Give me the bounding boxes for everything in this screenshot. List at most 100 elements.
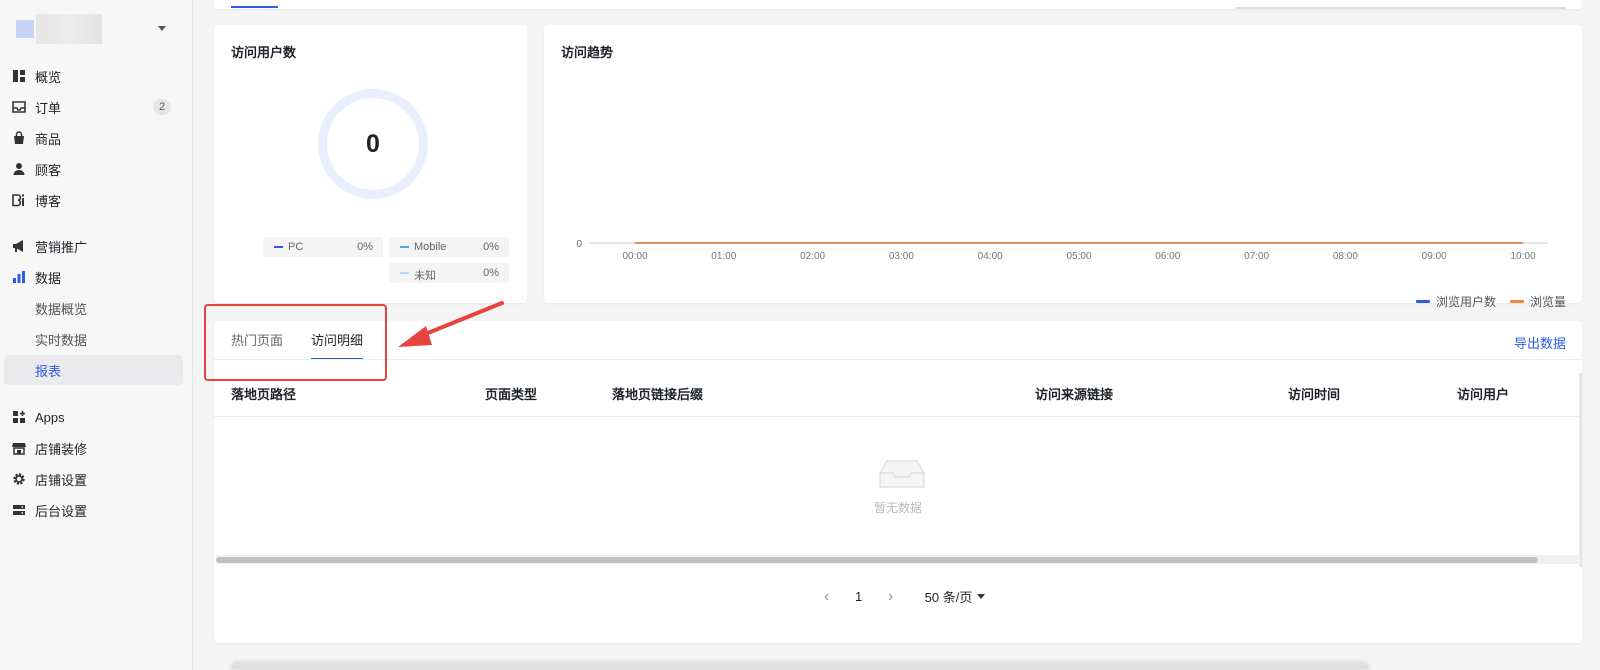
column-header[interactable]: 访问时间 <box>1288 373 1340 417</box>
x-tick-label: 07:00 <box>1244 251 1269 262</box>
x-tick-label: 03:00 <box>889 251 914 262</box>
gear-icon <box>12 472 26 486</box>
trend-chart-legend: 浏览用户数 浏览量 <box>1415 293 1566 310</box>
pageviews-swatch <box>1509 300 1524 303</box>
visitors-total: 0 <box>366 129 380 158</box>
apps-icon <box>12 410 26 424</box>
x-tick-label: 05:00 <box>1066 251 1091 262</box>
legend-label: 未知 <box>414 270 436 282</box>
page-number-current[interactable]: 1 <box>843 589 875 604</box>
next-card-edge <box>230 660 1370 670</box>
sidebar-item-label: 顾客 <box>35 162 62 178</box>
store-name-blurred <box>36 14 102 44</box>
export-data-link[interactable]: 导出数据 <box>1514 333 1566 352</box>
x-tick-label: 08:00 <box>1333 251 1358 262</box>
sidebar-subitem-reports[interactable]: 报表 <box>4 355 183 385</box>
sidebar-item-data[interactable]: 数据 <box>0 262 193 292</box>
top-filter-bar <box>214 0 1582 9</box>
sidebar-item-label: 商品 <box>35 131 62 147</box>
page-size-label: 50 条/页 <box>924 590 973 605</box>
server-icon <box>12 503 26 517</box>
sidebar-subitem-data-overview[interactable]: 数据概览 <box>0 293 193 323</box>
sidebar-item-products[interactable]: 商品 <box>0 123 193 153</box>
legend-label: 浏览用户数 <box>1435 295 1496 309</box>
legend-item-visitors[interactable]: 浏览用户数 <box>1415 293 1496 310</box>
column-header[interactable]: 访问来源链接 <box>1035 373 1113 417</box>
sidebar-item-label: 博客 <box>35 193 62 209</box>
x-tick-label: 01:00 <box>711 251 736 262</box>
date-range-selector[interactable] <box>1236 7 1566 9</box>
visitors-donut-chart: 0 <box>318 89 428 199</box>
trend-line-chart: 0 00:00 01:00 02:00 03:00 04:00 05:00 06:00 07:0… <box>576 239 1548 262</box>
sidebar-item-label: 概览 <box>35 69 62 85</box>
y-tick-label: 0 <box>576 239 582 250</box>
legend-mobile: Mobile 0% <box>389 237 509 257</box>
legend-label: PC <box>288 241 304 253</box>
pc-swatch <box>274 246 283 248</box>
sidebar-item-marketing[interactable]: 营销推广 <box>0 231 193 261</box>
sidebar-item-label: 订单 <box>35 100 62 116</box>
sidebar-item-store-settings[interactable]: 店铺设置 <box>0 464 193 494</box>
sidebar-item-label: 店铺装修 <box>35 441 88 457</box>
x-tick-label: 06:00 <box>1155 251 1180 262</box>
caret-down-icon <box>977 594 986 599</box>
sidebar-item-label: 店铺设置 <box>35 472 88 488</box>
column-header[interactable]: 落地页链接后缀 <box>612 373 703 417</box>
store-switcher[interactable] <box>16 12 176 46</box>
page-size-select[interactable]: 50 条/页 <box>925 587 986 606</box>
vertical-scrollbar[interactable] <box>1579 373 1582 567</box>
visitors-swatch <box>1415 300 1430 303</box>
visitors-card-title: 访问用户数 <box>231 45 297 60</box>
sidebar-item-customers[interactable]: 顾客 <box>0 154 193 184</box>
user-icon <box>12 162 26 176</box>
bar-chart-icon <box>12 270 26 284</box>
visitors-card: 访问用户数 0 PC 0% Mobile 0% 未知 0% <box>214 25 527 303</box>
mobile-swatch <box>400 246 409 248</box>
column-header[interactable]: 访问用户 <box>1457 373 1509 417</box>
x-tick-label: 04:00 <box>978 251 1003 262</box>
x-tick-label: 10:00 <box>1510 251 1535 262</box>
sidebar-item-admin-settings[interactable]: 后台设置 <box>0 495 193 525</box>
pagination: ‹ 1 › 50 条/页 <box>214 587 1582 606</box>
prev-page-button[interactable]: ‹ <box>811 588 843 606</box>
overview-icon <box>12 69 26 83</box>
sidebar-subitem-label: 实时数据 <box>35 332 88 348</box>
legend-label: 浏览量 <box>1529 295 1566 309</box>
x-tick-label: 00:00 <box>622 251 647 262</box>
legend-item-pageviews[interactable]: 浏览量 <box>1509 293 1566 310</box>
sidebar-item-label: Apps <box>35 409 65 425</box>
bag-icon <box>12 131 26 145</box>
legend-pc: PC 0% <box>263 237 383 257</box>
empty-state-text: 暂无数据 <box>873 501 922 515</box>
sidebar-item-store-design[interactable]: 店铺装修 <box>0 433 193 463</box>
tabs-divider <box>214 359 1582 360</box>
sidebar-item-label: 数据 <box>35 270 62 286</box>
legend-label: Mobile <box>414 241 447 253</box>
table-header: 落地页路径 页面类型 落地页链接后缀 访问来源链接 访问时间 访问用户 <box>214 373 1582 417</box>
column-header[interactable]: 页面类型 <box>485 373 537 417</box>
annotation-highlight-box <box>204 304 387 381</box>
empty-inbox-icon <box>879 460 925 488</box>
legend-percent: 0% <box>483 241 499 253</box>
trend-card: 访问趋势 0 00:00 01:00 02:00 03:00 04:00 05:00 06:0… <box>544 25 1582 309</box>
detail-table-card: 热门页面 访问明细 导出数据 落地页路径 页面类型 落地页链接后缀 访问来源链接… <box>214 321 1582 643</box>
legend-percent: 0% <box>483 267 499 279</box>
legend-percent: 0% <box>357 241 373 253</box>
megaphone-icon <box>12 239 26 253</box>
caret-down-icon <box>158 26 166 31</box>
orders-count-badge: 2 <box>153 99 171 115</box>
sidebar-item-blog[interactable]: 博客 <box>0 185 193 215</box>
store-icon <box>12 441 26 455</box>
sidebar-item-overview[interactable]: 概览 <box>0 61 193 91</box>
sidebar-item-apps[interactable]: Apps <box>0 402 193 432</box>
store-logo <box>16 20 34 38</box>
active-tab-indicator <box>231 6 278 8</box>
horizontal-scrollbar[interactable] <box>216 557 1538 563</box>
sidebar-item-orders[interactable]: 订单 2 <box>0 92 193 122</box>
inbox-icon <box>12 100 26 114</box>
sidebar-subitem-realtime[interactable]: 实时数据 <box>0 324 193 354</box>
x-tick-label: 02:00 <box>800 251 825 262</box>
next-page-button[interactable]: › <box>875 588 907 606</box>
x-tick-label: 09:00 <box>1422 251 1447 262</box>
unknown-swatch <box>400 272 409 274</box>
